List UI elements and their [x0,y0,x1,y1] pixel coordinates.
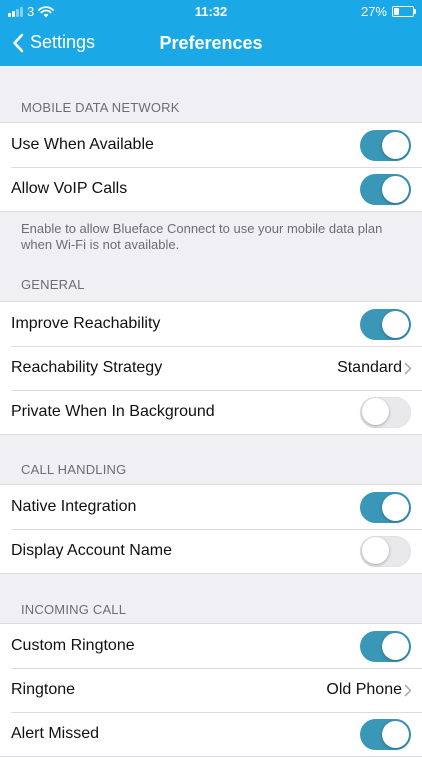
battery-fill [394,8,399,15]
private-when-in-background-toggle[interactable] [360,396,411,428]
section-header-incoming-call: INCOMING CALL [21,602,127,617]
chevron-right-icon [404,684,412,696]
mobile-data-footer-note: Enable to allow Blueface Connect to use … [21,221,383,252]
toggle-knob [382,175,409,203]
top-bar: 3 11:32 27% Settings Preferences [0,0,422,66]
native-integration-toggle[interactable] [360,491,411,523]
row-allow-voip-calls: Allow VoIP Calls [0,167,422,211]
toggle-knob [362,398,389,425]
alert-missed-toggle[interactable] [360,718,411,750]
status-right: 27% [360,4,416,19]
row-label: Reachability Strategy [11,359,163,376]
row-reachability-strategy[interactable]: Reachability Strategy Standard [0,346,422,390]
toggle-knob [362,537,389,564]
row-custom-ringtone: Custom Ringtone [0,624,422,668]
section-header-general: GENERAL [21,277,85,292]
use-when-available-toggle[interactable] [360,129,411,161]
ringtone-value: Old Phone [326,681,402,698]
navigation-bar: Settings Preferences [0,22,422,66]
status-time: 11:32 [194,4,228,19]
improve-reachability-toggle[interactable] [360,308,411,340]
row-use-when-available: Use When Available [0,123,422,167]
page-title: Preferences [159,33,263,53]
row-label: Native Integration [11,498,137,515]
toggle-knob [382,310,409,338]
ringtone-selector[interactable]: Old Phone [326,681,412,699]
status-bar: 3 11:32 27% [0,0,422,22]
row-private-when-in-background: Private When In Background [0,390,422,434]
toggle-knob [382,720,409,748]
row-label: Ringtone [11,681,76,698]
row-display-account-name: Display Account Name [0,529,422,573]
row-label: Display Account Name [11,542,172,559]
battery-icon [392,6,416,17]
reachability-strategy-value: Standard [337,359,402,376]
row-ringtone[interactable]: Ringtone Old Phone [0,668,422,712]
toggle-knob [382,632,409,660]
toggle-knob [382,493,409,521]
section-header-call-handling: CALL HANDLING [21,462,127,477]
reachability-strategy-selector[interactable]: Standard [337,359,412,377]
row-label: Improve Reachability [11,315,161,332]
chevron-right-icon [404,362,412,374]
group-incoming-call: Custom Ringtone Ringtone Old Phone Alert… [0,623,422,757]
display-account-name-toggle[interactable] [360,535,411,567]
row-label: Private When In Background [11,403,215,420]
row-alert-missed: Alert Missed [0,712,422,756]
battery-percent: 27% [360,4,387,19]
toggle-knob [382,131,409,159]
row-label: Allow VoIP Calls [11,180,128,197]
group-call-handling: Native Integration Display Account Name [0,484,422,574]
row-improve-reachability: Improve Reachability [0,302,422,346]
row-label: Alert Missed [11,725,100,742]
group-mobile-data: Use When Available Allow VoIP Calls [0,122,422,212]
row-label: Use When Available [11,136,154,153]
group-general: Improve Reachability Reachability Strate… [0,301,422,435]
allow-voip-calls-toggle[interactable] [360,173,411,205]
custom-ringtone-toggle[interactable] [360,630,411,662]
row-label: Custom Ringtone [11,637,135,654]
section-header-mobile-data: MOBILE DATA NETWORK [21,100,180,115]
row-native-integration: Native Integration [0,485,422,529]
